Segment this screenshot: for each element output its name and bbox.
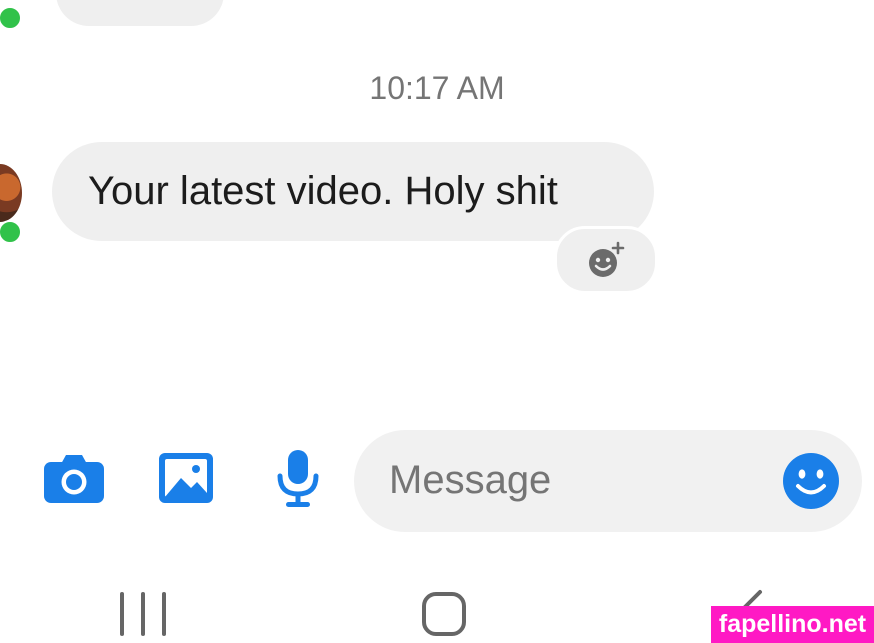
gallery-icon xyxy=(159,453,213,503)
recent-apps-button[interactable] xyxy=(120,592,166,636)
emoji-button[interactable] xyxy=(782,452,840,510)
contact-avatar[interactable] xyxy=(0,164,22,222)
gallery-button[interactable] xyxy=(154,448,218,508)
message-text: Your latest video. Holy shit xyxy=(88,169,558,213)
microphone-icon xyxy=(277,450,319,507)
message-bubble[interactable]: Your latest video. Holy shit xyxy=(52,142,654,241)
add-reaction-icon xyxy=(589,241,625,277)
camera-button[interactable] xyxy=(42,448,106,508)
home-button[interactable] xyxy=(422,592,466,636)
recent-apps-icon xyxy=(120,592,124,636)
online-status-dot xyxy=(0,6,22,30)
message-input-placeholder: Message xyxy=(389,458,552,502)
recent-apps-icon-bar xyxy=(141,592,145,636)
recent-apps-icon-bar xyxy=(162,592,166,636)
camera-icon xyxy=(44,455,104,503)
watermark: fapellino.net xyxy=(711,606,874,643)
previous-message-bubble[interactable] xyxy=(56,0,224,26)
message-timestamp: 10:17 AM xyxy=(369,70,505,106)
voice-record-button[interactable] xyxy=(266,448,330,508)
online-status-dot xyxy=(0,220,22,244)
add-reaction-button[interactable] xyxy=(554,226,658,294)
emoji-icon xyxy=(783,453,839,509)
